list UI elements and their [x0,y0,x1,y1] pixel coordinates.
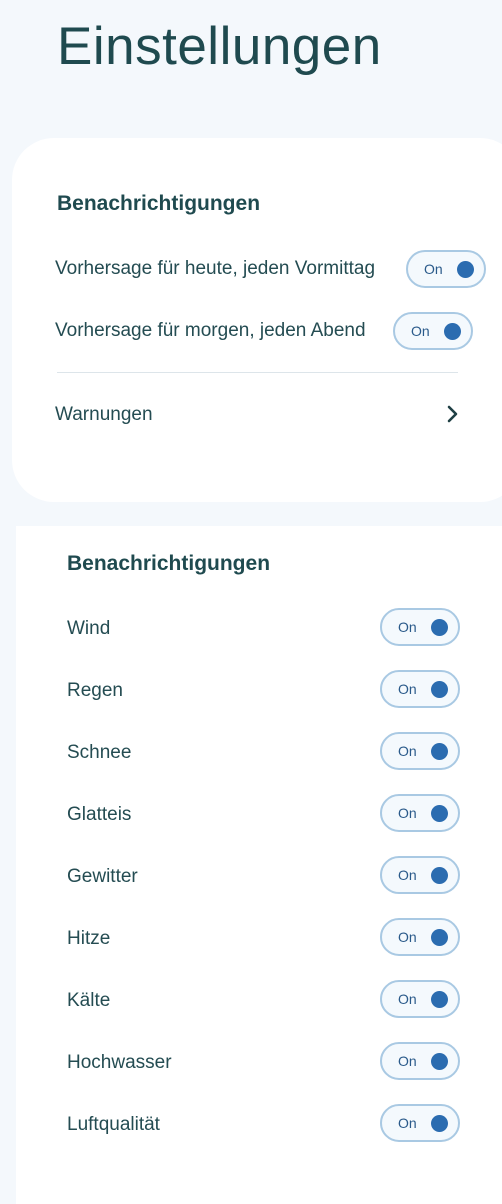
toggle-knob [431,618,448,636]
toggle-label: On [398,619,417,635]
toggle-hitze[interactable]: On [380,918,460,956]
row-label-wind: Wind [67,618,111,639]
toggle-schnee[interactable]: On [380,732,460,770]
toggle-knob [457,260,474,278]
toggle-forecast-today[interactable]: On [406,250,486,288]
toggle-forecast-tomorrow[interactable]: On [393,312,473,350]
page-title: Einstellungen [57,17,382,76]
toggle-luftqualitaet[interactable]: On [380,1104,460,1142]
toggle-label: On [398,1115,417,1131]
toggle-knob [431,1052,448,1070]
toggle-hochwasser[interactable]: On [380,1042,460,1080]
toggle-label: On [398,681,417,697]
chevron-right-icon [446,404,460,424]
row-label-forecast-today: Vorhersage für heute, jeden Vormittag [55,258,376,279]
toggle-regen[interactable]: On [380,670,460,708]
row-label-hitze: Hitze [67,928,111,949]
toggle-wind[interactable]: On [380,608,460,646]
divider [57,372,458,373]
warnings-link-label: Warnungen [55,404,153,425]
toggle-knob [431,928,448,946]
toggle-label: On [424,261,443,277]
row-label-glatteis: Glatteis [67,804,132,825]
row-label-hochwasser: Hochwasser [67,1052,172,1073]
toggle-label: On [398,929,417,945]
card-separator [12,502,502,528]
row-label-regen: Regen [67,680,123,701]
toggle-knob [431,990,448,1008]
toggle-label: On [398,867,417,883]
toggle-knob [431,804,448,822]
toggle-kaelte[interactable]: On [380,980,460,1018]
toggle-label: On [411,323,430,339]
row-label-schnee: Schnee [67,742,132,763]
toggle-knob [431,680,448,698]
toggle-label: On [398,1053,417,1069]
toggle-glatteis[interactable]: On [380,794,460,832]
row-label-kaelte: Kälte [67,990,111,1011]
toggle-label: On [398,743,417,759]
toggle-knob [431,866,448,884]
toggle-label: On [398,991,417,1007]
toggle-gewitter[interactable]: On [380,856,460,894]
toggle-knob [431,742,448,760]
section-heading-forecast: Benachrichtigungen [57,192,261,215]
section-heading-warnings: Benachrichtigungen [67,552,271,575]
toggle-knob [444,322,461,340]
row-label-forecast-tomorrow: Vorhersage für morgen, jeden Abend [55,320,366,341]
toggle-knob [431,1114,448,1132]
toggle-label: On [398,805,417,821]
row-label-luftqualitaet: Luftqualität [67,1114,160,1135]
row-label-gewitter: Gewitter [67,866,138,887]
